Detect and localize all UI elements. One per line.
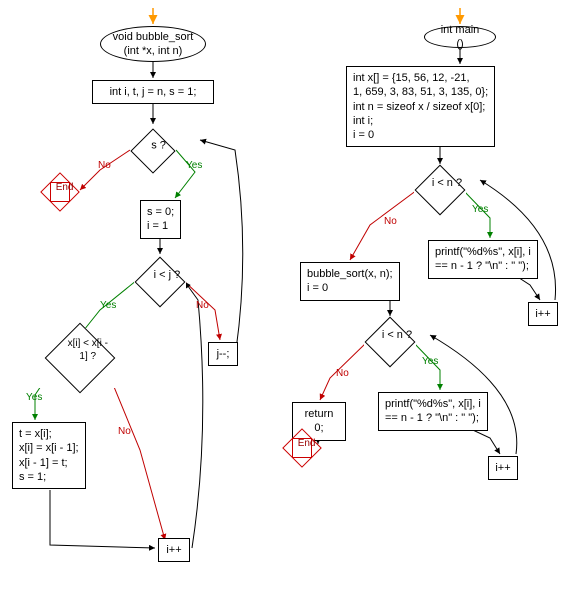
cond-cmp-text: x[i] < x[i - 1] ? <box>64 337 112 363</box>
edge-no: No <box>336 368 349 379</box>
left-init-text: int i, t, j = n, s = 1; <box>110 85 197 99</box>
edge-yes: Yes <box>186 160 202 171</box>
left-end-text: End <box>52 181 78 194</box>
print2-text: printf("%d%s", x[i], i == n - 1 ? "\n" :… <box>385 397 481 426</box>
call-text: bubble_sort(x, n); i = 0 <box>307 267 393 296</box>
start-label: void bubble_sort (int *x, int n) <box>113 30 194 59</box>
cond-s: s ? <box>130 128 176 174</box>
bubble-sort-start: void bubble_sort (int *x, int n) <box>100 26 206 62</box>
left-reset: s = 0; i = 1 <box>140 200 181 239</box>
jdec-text: j--; <box>217 347 230 361</box>
iinc1: i++ <box>528 302 558 326</box>
left-iinc: i++ <box>158 538 190 562</box>
cond2-text: i < n ? <box>380 328 414 342</box>
cond1: i < n ? <box>414 164 466 216</box>
cond-ij-text: i < j ? <box>150 268 184 282</box>
edge-no: No <box>118 426 131 437</box>
main-start: int main () <box>424 26 496 48</box>
right-init: int x[] = {15, 56, 12, -21, 1, 659, 3, 8… <box>346 66 495 147</box>
iinc1-text: i++ <box>535 307 550 321</box>
main-start-text: int main () <box>437 23 483 52</box>
edge-no: No <box>196 300 209 311</box>
iinc2: i++ <box>488 456 518 480</box>
cond1-text: i < n ? <box>430 176 464 190</box>
swap-text: t = x[i]; x[i] = x[i - 1]; x[i - 1] = t;… <box>19 427 79 484</box>
cond2: i < n ? <box>364 316 416 368</box>
print1: printf("%d%s", x[i], i == n - 1 ? "\n" :… <box>428 240 538 279</box>
left-reset-text: s = 0; i = 1 <box>147 205 174 234</box>
print1-text: printf("%d%s", x[i], i == n - 1 ? "\n" :… <box>435 245 531 274</box>
edge-no: No <box>98 160 111 171</box>
jdec: j--; <box>208 342 238 366</box>
left-iinc-text: i++ <box>166 543 181 557</box>
iinc2-text: i++ <box>495 461 510 475</box>
edge-yes: Yes <box>100 300 116 311</box>
print2: printf("%d%s", x[i], i == n - 1 ? "\n" :… <box>378 392 488 431</box>
cond-ij: i < j ? <box>134 256 186 308</box>
edge-no: No <box>384 216 397 227</box>
right-end-text: End <box>294 437 320 450</box>
call: bubble_sort(x, n); i = 0 <box>300 262 400 301</box>
left-init: int i, t, j = n, s = 1; <box>92 80 214 104</box>
edge-yes: Yes <box>472 204 488 215</box>
right-init-text: int x[] = {15, 56, 12, -21, 1, 659, 3, 8… <box>353 71 488 142</box>
edge-yes: Yes <box>26 392 42 403</box>
swap: t = x[i]; x[i] = x[i - 1]; x[i - 1] = t;… <box>12 422 86 489</box>
cond-s-text: s ? <box>144 138 174 152</box>
edge-yes: Yes <box>422 356 438 367</box>
cond-cmp: x[i] < x[i - 1] ? <box>38 328 122 388</box>
